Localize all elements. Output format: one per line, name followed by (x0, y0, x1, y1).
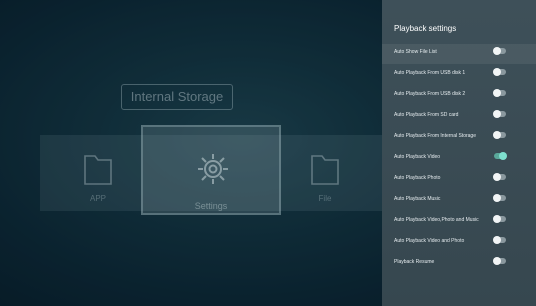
settings-tile-label: Settings (194, 201, 228, 211)
setting-label: Auto Playback Video,Photo and Music (394, 217, 479, 223)
setting-usb-disk-2[interactable]: Auto Playback From USB disk 2 (382, 86, 536, 106)
setting-label: Auto Show File List (394, 49, 437, 55)
setting-label: Auto Playback From USB disk 2 (394, 91, 466, 97)
toggle-switch[interactable] (493, 215, 506, 223)
setting-label: Auto Playback From Internal Storage (394, 133, 476, 139)
toggle-switch[interactable] (493, 257, 506, 265)
toggle-switch[interactable] (493, 236, 506, 244)
setting-auto-playback-video[interactable]: Auto Playback Video (382, 149, 536, 169)
setting-label: Auto Playback From SD card (394, 112, 459, 118)
setting-auto-playback-photo[interactable]: Auto Playback Photo (382, 170, 536, 190)
app-tile[interactable]: APP (73, 150, 123, 210)
setting-video-and-photo[interactable]: Auto Playback Video and Photo (382, 233, 536, 253)
file-tile[interactable]: File (300, 150, 350, 210)
toggle-switch[interactable] (494, 152, 507, 160)
setting-sd-card[interactable]: Auto Playback From SD card (382, 107, 536, 127)
setting-auto-show-file-list[interactable]: Auto Show File List (382, 44, 536, 64)
setting-label: Auto Playback Video (394, 154, 441, 160)
setting-label: Auto Playback Music (394, 196, 441, 202)
panel-title: Playback settings (394, 24, 457, 33)
setting-auto-playback-music[interactable]: Auto Playback Music (382, 191, 536, 211)
setting-playback-resume[interactable]: Playback Resume (382, 254, 536, 274)
setting-internal-storage[interactable]: Auto Playback From Internal Storage (382, 128, 536, 148)
toggle-switch[interactable] (493, 68, 506, 76)
file-tile-label: File (318, 194, 332, 203)
setting-label: Auto Playback Photo (394, 175, 441, 181)
toggle-switch[interactable] (493, 194, 506, 202)
setting-label: Auto Playback Video and Photo (394, 238, 465, 244)
setting-label: Playback Resume (394, 259, 435, 265)
gear-icon (198, 154, 228, 184)
toggle-switch[interactable] (493, 47, 506, 55)
storage-title: Internal Storage (121, 84, 233, 110)
setting-usb-disk-1[interactable]: Auto Playback From USB disk 1 (382, 65, 536, 85)
folder-icon (311, 155, 339, 185)
toggle-switch[interactable] (493, 131, 506, 139)
folder-icon (84, 155, 112, 185)
playback-settings-panel: Playback settings Auto Show File List Au… (382, 0, 536, 306)
toggle-switch[interactable] (493, 110, 506, 118)
setting-label: Auto Playback From USB disk 1 (394, 70, 466, 76)
settings-tile[interactable]: Settings (141, 125, 281, 215)
toggle-switch[interactable] (493, 173, 506, 181)
toggle-switch[interactable] (493, 89, 506, 97)
setting-video-photo-music[interactable]: Auto Playback Video,Photo and Music (382, 212, 536, 232)
app-tile-label: APP (89, 194, 106, 203)
